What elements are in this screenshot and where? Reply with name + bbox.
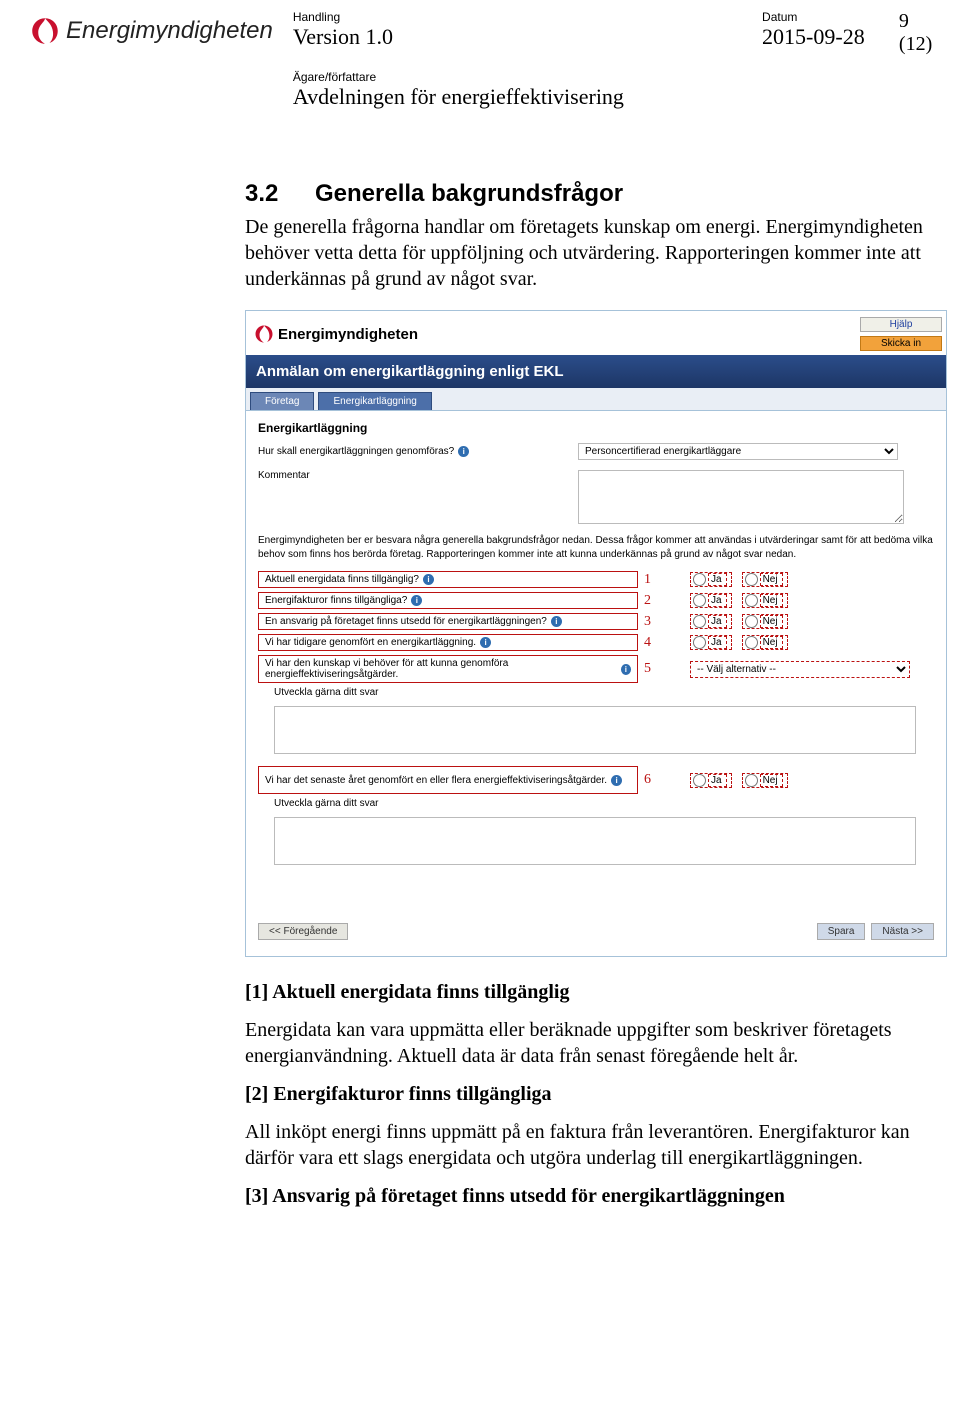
q4-yes[interactable]: Ja xyxy=(690,635,732,650)
comment-label: Kommentar xyxy=(258,470,578,481)
ss-logo-icon xyxy=(254,324,274,344)
q5-box: Vi har den kunskap vi behöver för att ku… xyxy=(258,655,638,683)
e1-heading: [1] Aktuell energidata finns tillgänglig xyxy=(245,979,930,1005)
prev-button[interactable]: << Föregående xyxy=(258,923,348,940)
tab-foretag[interactable]: Företag xyxy=(250,392,314,410)
submit-button[interactable]: Skicka in xyxy=(860,336,942,351)
q5-label: Vi har den kunskap vi behöver för att ku… xyxy=(265,658,617,680)
section-heading: Generella bakgrundsfrågor xyxy=(315,180,623,207)
q1-label: Aktuell energidata finns tillgänglig? xyxy=(265,574,419,585)
info-icon[interactable]: i xyxy=(423,574,434,585)
q4-num: 4 xyxy=(644,635,660,651)
q6-textarea[interactable] xyxy=(274,817,916,865)
ss-tabs: Företag Energikartläggning xyxy=(246,388,946,411)
q4-box: Vi har tidigare genomfört en energikartl… xyxy=(258,634,638,651)
q2-no[interactable]: Nej xyxy=(742,593,788,608)
ss-brand-text: Energimyndigheten xyxy=(278,326,418,343)
q3-label: En ansvarig på företaget finns utsedd fö… xyxy=(265,616,547,627)
form-screenshot: Energimyndigheten Hjälp Skicka in Anmäla… xyxy=(245,310,947,957)
next-button[interactable]: Nästa >> xyxy=(871,923,934,940)
q5-sublabel: Utveckla gärna ditt svar xyxy=(274,687,934,698)
q2-yes[interactable]: Ja xyxy=(690,593,732,608)
save-button[interactable]: Spara xyxy=(817,923,866,940)
page-header: Energimyndigheten Handling Version 1.0 D… xyxy=(30,10,930,110)
owner-value: Avdelningen för energieffektivisering xyxy=(293,84,946,110)
info-text: Energimyndigheten ber er besvara några g… xyxy=(258,534,934,561)
info-icon[interactable]: i xyxy=(458,446,469,457)
q3-yes[interactable]: Ja xyxy=(690,614,732,629)
q1-no[interactable]: Nej xyxy=(742,572,788,587)
e3-heading: [3] Ansvarig på företaget finns utsedd f… xyxy=(245,1183,930,1209)
q6-box: Vi har det senaste året genomfört en ell… xyxy=(258,766,638,794)
brand-logo: Energimyndigheten xyxy=(30,16,273,46)
comment-textarea[interactable] xyxy=(578,470,904,524)
q3-no[interactable]: Nej xyxy=(742,614,788,629)
q0-label: Hur skall energikartläggningen genomföra… xyxy=(258,446,454,457)
q5-num: 5 xyxy=(644,661,660,677)
q4-no[interactable]: Nej xyxy=(742,635,788,650)
owner-label: Ägare/författare xyxy=(293,70,946,84)
info-icon[interactable]: i xyxy=(480,637,491,648)
datum-label: Datum xyxy=(762,10,899,24)
info-icon[interactable]: i xyxy=(411,595,422,606)
e2-heading: [2] Energifakturor finns tillgängliga xyxy=(245,1081,930,1107)
help-button[interactable]: Hjälp xyxy=(860,317,942,332)
info-icon[interactable]: i xyxy=(621,664,631,675)
ss-section-heading: Energikartläggning xyxy=(258,421,934,435)
q0-select[interactable]: Personcertifierad energikartläggare xyxy=(578,443,898,460)
ss-brand: Energimyndigheten xyxy=(254,317,418,351)
q1-box: Aktuell energidata finns tillgänglig? i xyxy=(258,571,638,588)
q5-select[interactable]: -- Välj alternativ -- xyxy=(690,661,910,678)
e2-text: All inköpt energi finns uppmätt på en fa… xyxy=(245,1119,930,1171)
section-intro: De generella frågorna handlar om företag… xyxy=(245,214,930,292)
q5-textarea[interactable] xyxy=(274,706,916,754)
q3-num: 3 xyxy=(644,614,660,630)
tab-energikartlaggning[interactable]: Energikartläggning xyxy=(318,392,431,410)
q6-label: Vi har det senaste året genomfört en ell… xyxy=(265,775,607,786)
q2-box: Energifakturor finns tillgängliga? i xyxy=(258,592,638,609)
q2-num: 2 xyxy=(644,593,660,609)
q2-label: Energifakturor finns tillgängliga? xyxy=(265,595,407,606)
info-icon[interactable]: i xyxy=(551,616,562,627)
date-value: 2015-09-28 xyxy=(762,24,899,50)
q4-label: Vi har tidigare genomfört en energikartl… xyxy=(265,637,476,648)
section-number: 3.2 xyxy=(245,180,315,208)
info-icon[interactable]: i xyxy=(611,775,622,786)
q6-num: 6 xyxy=(644,772,660,788)
q6-sublabel: Utveckla gärna ditt svar xyxy=(274,798,934,809)
handling-label: Handling xyxy=(293,10,762,24)
q6-yes[interactable]: Ja xyxy=(690,773,732,788)
e1-text: Energidata kan vara uppmätta eller beräk… xyxy=(245,1017,930,1069)
q1-yes[interactable]: Ja xyxy=(690,572,732,587)
version-value: Version 1.0 xyxy=(293,24,762,50)
section-title: 3.2Generella bakgrundsfrågor xyxy=(245,180,930,208)
energimyndigheten-logo-icon xyxy=(30,16,60,46)
page-counter: 9 (12) xyxy=(899,10,946,56)
q6-no[interactable]: Nej xyxy=(742,773,788,788)
q1-num: 1 xyxy=(644,572,660,588)
brand-name: Energimyndigheten xyxy=(66,17,273,45)
q3-box: En ansvarig på företaget finns utsedd fö… xyxy=(258,613,638,630)
ss-title: Anmälan om energikartläggning enligt EKL xyxy=(246,355,946,388)
